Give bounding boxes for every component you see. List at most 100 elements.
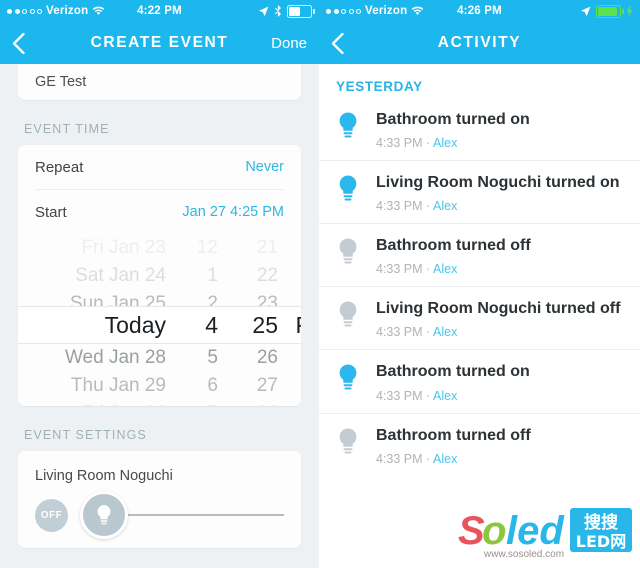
event-name-input[interactable]: GE Test <box>18 64 301 100</box>
activity-user: Alex <box>433 325 458 340</box>
picker-row[interactable]: Fri Jan 23 12 21 <box>18 234 301 262</box>
picker-hour: 5 <box>207 347 218 368</box>
activity-user: Alex <box>433 388 458 403</box>
picker-day: Sat Jan 24 <box>75 265 166 286</box>
device-controls: OFF <box>18 484 301 548</box>
picker-minute: 22 <box>256 265 278 286</box>
carrier-label: Verizon <box>46 5 89 17</box>
list-item-text: Living Room Noguchi turned on 4:33 PM · … <box>376 172 624 213</box>
status-left-group: Verizon <box>326 5 457 17</box>
picker-selected-ampm: PM <box>278 312 302 339</box>
start-label: Start <box>35 203 67 221</box>
back-button[interactable] <box>12 32 46 54</box>
page-title: ACTIVITY <box>437 34 522 51</box>
signal-strength-icon <box>7 8 42 14</box>
nav-bar-activity: ACTIVITY <box>319 22 640 64</box>
picker-row[interactable]: Sat Jan 24 1 22 <box>18 262 301 290</box>
activity-time: 4:33 PM <box>376 451 423 466</box>
power-toggle-button[interactable]: OFF <box>35 498 68 532</box>
list-item-text: Bathroom turned off 4:33 PM · Alex <box>376 235 624 276</box>
watermark-cn-top: 搜搜 <box>584 512 619 533</box>
meta-separator: · <box>426 451 431 466</box>
list-item[interactable]: Bathroom turned on 4:33 PM · Alex <box>319 349 640 412</box>
repeat-row[interactable]: Repeat Never <box>18 145 301 189</box>
activity-title: Living Room Noguchi turned off <box>376 300 621 318</box>
picker-minute: 26 <box>256 347 278 368</box>
activity-time: 4:33 PM <box>376 325 423 340</box>
picker-minute: 21 <box>256 237 278 258</box>
picker-selected-row[interactable]: Today 4 25 PM <box>18 306 301 344</box>
event-settings-card: Living Room Noguchi OFF <box>18 451 301 548</box>
picker-row[interactable]: Wed Jan 28 5 26 <box>18 344 301 372</box>
device-name-label: Living Room Noguchi <box>35 468 173 484</box>
list-item[interactable]: Bathroom turned on 4:33 PM · Alex <box>319 98 640 160</box>
status-left-group: Verizon <box>7 5 137 17</box>
status-right-group <box>182 4 315 18</box>
list-item-text: Living Room Noguchi turned off 4:33 PM ·… <box>376 298 624 339</box>
brightness-slider[interactable] <box>80 491 284 539</box>
watermark-url: www.sosoled.com <box>483 549 564 560</box>
picker-day: Thu Jan 29 <box>70 375 166 396</box>
carrier-label: Verizon <box>365 5 408 17</box>
location-arrow-icon <box>580 6 591 17</box>
picker-minute: 28 <box>218 403 278 406</box>
activity-user: Alex <box>433 199 458 214</box>
activity-meta: 4:33 PM · Alex <box>376 199 624 213</box>
activity-list: Bathroom turned on 4:33 PM · Alex Living… <box>319 98 640 476</box>
meta-separator: · <box>426 325 431 340</box>
watermark-led: led <box>506 509 565 553</box>
status-right-group <box>502 4 633 18</box>
picker-day: Fri Jan 30 <box>34 403 172 406</box>
battery-icon <box>596 4 624 18</box>
list-item[interactable]: Bathroom turned off 4:33 PM · Alex <box>319 412 640 476</box>
event-settings-section-label: EVENT SETTINGS <box>24 428 147 442</box>
meta-separator: · <box>426 199 431 214</box>
datetime-picker[interactable]: Fri Jan 23 12 21 Sat Jan 24 1 22 Sun Jan… <box>18 234 301 406</box>
list-item[interactable]: Living Room Noguchi turned off 4:33 PM ·… <box>319 286 640 349</box>
bulb-icon <box>335 235 363 276</box>
done-button[interactable]: Done <box>271 35 307 52</box>
dual-screenshot: Verizon 4:22 PM CREATE EVENT Done GE Tes… <box>0 0 640 568</box>
wifi-icon <box>411 6 424 16</box>
bulb-icon <box>335 109 363 150</box>
activity-time: 4:33 PM <box>376 388 423 403</box>
meta-separator: · <box>426 136 431 151</box>
activity-user: Alex <box>433 451 458 466</box>
picker-row[interactable]: Thu Jan 29 6 27 <box>18 372 301 400</box>
watermark-badge <box>570 508 632 552</box>
watermark-logo: S o led www.sosoled.com 搜搜 LED网 <box>456 500 636 562</box>
repeat-value: Never <box>245 159 284 175</box>
bulb-icon <box>335 361 363 402</box>
nav-bar-create-event: CREATE EVENT Done <box>0 22 319 64</box>
activity-title: Bathroom turned off <box>376 237 531 255</box>
picker-rows-below: Wed Jan 28 5 26 Thu Jan 29 6 27 Fri Jan … <box>18 344 301 406</box>
activity-time: 4:33 PM <box>376 199 423 214</box>
list-item[interactable]: Living Room Noguchi turned on 4:33 PM · … <box>319 160 640 223</box>
list-item-text: Bathroom turned on 4:33 PM · Alex <box>376 109 624 150</box>
meta-separator: · <box>426 388 431 403</box>
watermark-o: o <box>482 509 506 553</box>
start-value: Jan 27 4:25 PM <box>182 204 284 220</box>
location-arrow-icon <box>258 6 269 17</box>
repeat-label: Repeat <box>35 158 84 176</box>
event-name-card: GE Test <box>18 64 301 100</box>
list-item[interactable]: Bathroom turned off 4:33 PM · Alex <box>319 223 640 286</box>
start-row[interactable]: Start Jan 27 4:25 PM <box>18 190 301 234</box>
activity-screen: Verizon 4:26 PM ACTIVITY YESTERDAY Bathr… <box>319 0 640 568</box>
status-bar-right: Verizon 4:26 PM <box>319 0 640 22</box>
event-time-card: Repeat Never Start Jan 27 4:25 PM Fri Ja… <box>18 145 301 406</box>
back-button[interactable] <box>331 32 365 54</box>
picker-minute: 27 <box>256 375 278 396</box>
slider-handle[interactable] <box>80 491 128 539</box>
charging-bolt-icon <box>626 5 633 17</box>
activity-user: Alex <box>433 262 458 277</box>
watermark-cn-bottom: LED网 <box>576 532 626 551</box>
picker-hour: 12 <box>196 237 218 258</box>
signal-strength-icon <box>326 8 361 14</box>
event-time-section-label: EVENT TIME <box>24 122 110 136</box>
picker-row[interactable]: Fri Jan 30 7 28 <box>18 400 301 406</box>
picker-selected-minute: 25 <box>252 311 278 338</box>
picker-hour: 7 <box>172 403 218 406</box>
list-item-text: Bathroom turned on 4:33 PM · Alex <box>376 361 624 402</box>
picker-selected-day: Today <box>104 311 166 338</box>
